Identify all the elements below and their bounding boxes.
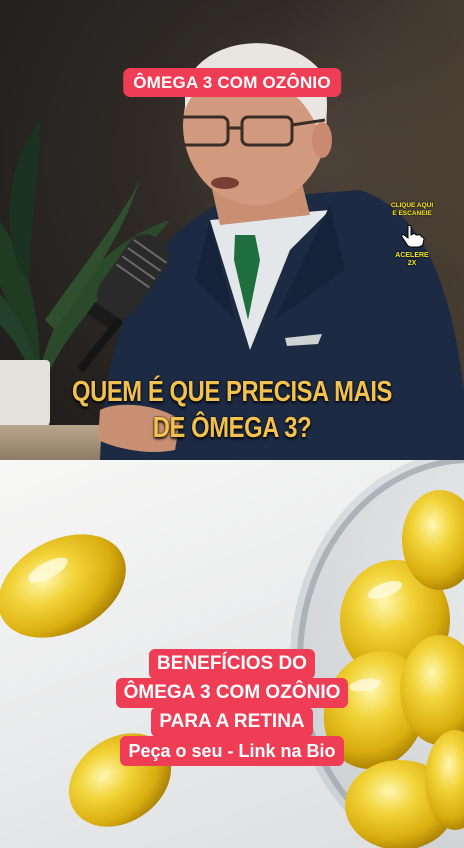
promo-line2: ÔMEGA 3 COM OZÔNIO <box>0 678 464 708</box>
cta-overlay[interactable]: CLIQUE AQUI E ESCANEIE ACELERE 2X <box>384 202 440 268</box>
cta-line2: E ESCANEIE <box>392 210 432 217</box>
pointing-hand-icon[interactable] <box>399 224 425 248</box>
title-badge: ÔMEGA 3 COM OZÔNIO <box>123 68 341 97</box>
speed-line1: ACELERE <box>395 252 429 259</box>
caption-line1: QUEM É QUE PRECISA MAIS <box>71 376 393 408</box>
microphone <box>76 234 169 373</box>
caption-line2: DE ÔMEGA 3? <box>152 412 312 444</box>
promo-link-bio[interactable]: Peça o seu - Link na Bio <box>0 736 464 766</box>
speed-line2: 2X <box>407 260 417 267</box>
cta-line1: CLIQUE AQUI <box>390 202 434 209</box>
promo-line1: BENEFÍCIOS DO <box>0 649 464 679</box>
video-frame[interactable]: ÔMEGA 3 COM OZÔNIO CLIQUE AQUI E ESCANEI… <box>0 0 464 460</box>
promo-line3: PARA A RETINA <box>0 707 464 737</box>
